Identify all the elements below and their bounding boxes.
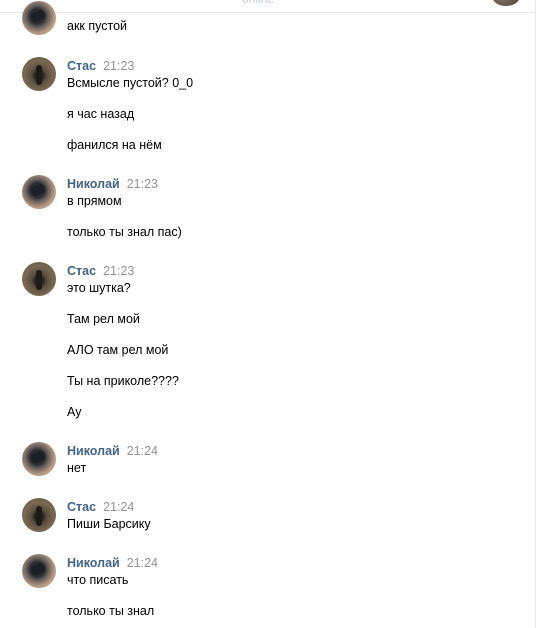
header-avatar[interactable] bbox=[492, 0, 520, 6]
message-history[interactable]: online акк пустой Стас 21:23 Всмысле пуст… bbox=[0, 0, 536, 628]
author-name[interactable]: Стас bbox=[67, 59, 96, 73]
message-time[interactable]: 21:24 bbox=[127, 556, 158, 570]
online-status: online bbox=[242, 0, 274, 6]
message-text: только ты знал bbox=[67, 604, 155, 618]
message-time[interactable]: 21:23 bbox=[103, 59, 134, 73]
message-header: Николай 21:24 bbox=[67, 444, 158, 458]
message-header: Стас 21:23 bbox=[67, 264, 134, 278]
stas-avatar[interactable] bbox=[22, 57, 56, 91]
author-name[interactable]: Николай bbox=[67, 177, 120, 191]
message-text: только ты знал пас) bbox=[67, 225, 182, 239]
message-text: я час назад bbox=[67, 107, 135, 121]
author-name[interactable]: Стас bbox=[67, 264, 96, 278]
author-name[interactable]: Николай bbox=[67, 444, 120, 458]
message-text: это шутка? bbox=[67, 281, 131, 295]
message-text: акк пустой bbox=[67, 19, 128, 33]
message-time[interactable]: 21:24 bbox=[127, 444, 158, 458]
message-text: фанился на нём bbox=[67, 138, 162, 152]
stas-avatar[interactable] bbox=[22, 262, 56, 296]
nikolay-avatar[interactable] bbox=[22, 1, 56, 35]
message-text: Ты на приколе???? bbox=[67, 374, 179, 388]
chat-header: online bbox=[0, 0, 535, 13]
stas-avatar[interactable] bbox=[22, 498, 56, 532]
nikolay-avatar[interactable] bbox=[22, 175, 56, 209]
message-text: нет bbox=[67, 461, 87, 475]
message-time[interactable]: 21:23 bbox=[127, 177, 158, 191]
message-header: Николай 21:24 bbox=[67, 556, 158, 570]
message-time[interactable]: 21:24 bbox=[103, 500, 134, 514]
message-text: Пиши Барсику bbox=[67, 517, 151, 531]
author-name[interactable]: Стас bbox=[67, 500, 96, 514]
message-header: Стас 21:23 bbox=[67, 59, 134, 73]
message-header: Стас 21:24 bbox=[67, 500, 134, 514]
message-text: Ау bbox=[67, 405, 82, 419]
nikolay-avatar[interactable] bbox=[22, 442, 56, 476]
message-text: что писать bbox=[67, 573, 129, 587]
message-text: в прямом bbox=[67, 194, 122, 208]
nikolay-avatar[interactable] bbox=[22, 554, 56, 588]
message-text: Там рел мой bbox=[67, 312, 140, 326]
message-text: Всмысле пустой? 0_0 bbox=[67, 76, 194, 90]
message-header: Николай 21:23 bbox=[67, 177, 158, 191]
chat-window: online акк пустой Стас 21:23 Всмысле пуст… bbox=[0, 0, 549, 628]
message-text: АЛО там рел мой bbox=[67, 343, 169, 357]
author-name[interactable]: Николай bbox=[67, 556, 120, 570]
message-time[interactable]: 21:23 bbox=[103, 264, 134, 278]
